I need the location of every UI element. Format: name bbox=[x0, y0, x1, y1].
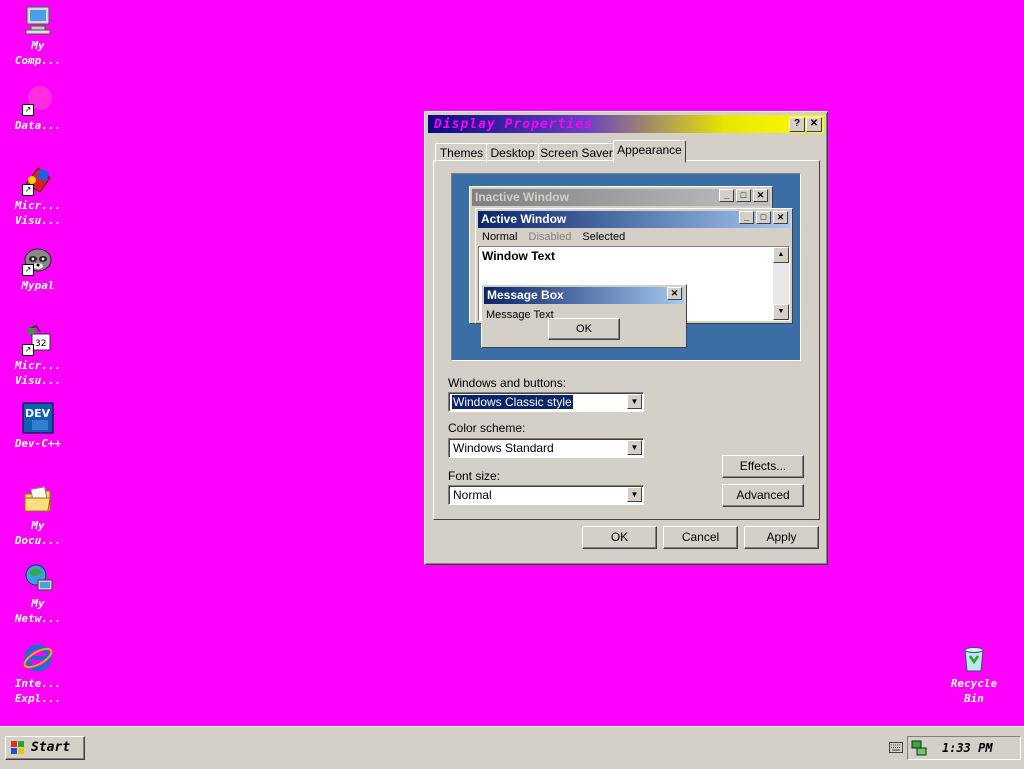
color-scheme-select[interactable]: Windows Standard ▼ bbox=[448, 438, 644, 458]
desktop-icon-label: Recycle Bin bbox=[950, 677, 998, 705]
desktop-icon-visual-studio[interactable]: ↗ Micr... Visu... bbox=[0, 164, 76, 228]
preview-msgbox-text: Message Text bbox=[486, 309, 554, 321]
desktop-icon-label: Micr... Visu... bbox=[14, 199, 62, 227]
shortcut-icon: ↗ bbox=[22, 84, 54, 116]
window-title: Display Properties bbox=[434, 117, 593, 132]
chevron-down-icon[interactable]: ▼ bbox=[627, 394, 642, 409]
raccoon-icon: ↗ bbox=[22, 244, 54, 276]
clock[interactable]: 1:33 PM bbox=[942, 741, 993, 755]
maximize-icon: □ bbox=[756, 211, 771, 224]
font-size-value: Normal bbox=[453, 488, 492, 502]
desktop-icon-label: Dev-C++ bbox=[14, 437, 62, 450]
appearance-preview: Inactive Window _ □ ✕ Active Window _ □ … bbox=[451, 173, 801, 361]
desktop-icon-data[interactable]: ↗ Data... bbox=[0, 84, 76, 133]
close-icon: ✕ bbox=[773, 211, 788, 224]
preview-menu-bar: Normal Disabled Selected bbox=[482, 230, 625, 244]
scroll-down-icon: ▼ bbox=[773, 304, 789, 320]
shortcut-arrow-icon: ↗ bbox=[22, 264, 34, 276]
font-size-label: Font size: bbox=[448, 469, 501, 483]
help-button[interactable]: ? bbox=[789, 117, 805, 132]
title-bar[interactable]: Display Properties ? ✕ bbox=[428, 115, 824, 133]
close-icon: ✕ bbox=[753, 189, 768, 202]
desktop-icon-label: Mypal bbox=[21, 279, 55, 292]
network-icon bbox=[22, 562, 54, 594]
preview-menu-disabled: Disabled bbox=[528, 231, 572, 243]
desktop-icon-internet-explorer[interactable]: Inte... Expl... bbox=[0, 642, 76, 706]
advanced-button[interactable]: Advanced bbox=[722, 484, 804, 507]
chevron-down-icon[interactable]: ▼ bbox=[627, 487, 642, 502]
effects-button[interactable]: Effects... bbox=[722, 455, 804, 478]
preview-menu-normal: Normal bbox=[482, 231, 518, 243]
svg-text:DEV: DEV bbox=[25, 407, 51, 420]
scroll-up-icon: ▲ bbox=[773, 247, 789, 263]
desktop-icon-label: Inte... Expl... bbox=[14, 677, 62, 705]
close-icon: ✕ bbox=[667, 287, 682, 300]
internet-explorer-icon bbox=[22, 642, 54, 674]
minimize-icon: _ bbox=[739, 211, 754, 224]
preview-scrollbar: ▲ ▼ bbox=[773, 247, 789, 320]
dev-cpp-icon: DEV bbox=[22, 402, 54, 434]
shortcut-arrow-icon: ↗ bbox=[22, 344, 34, 356]
visual-studio-6-icon: 32 ↗ bbox=[22, 324, 54, 356]
font-size-select[interactable]: Normal ▼ bbox=[448, 485, 644, 505]
preview-msgbox-ok-button: OK bbox=[548, 318, 620, 340]
system-tray: 1:33 PM bbox=[907, 736, 1021, 760]
desktop-icon-recycle-bin[interactable]: Recycle Bin bbox=[936, 642, 1012, 706]
desktop-icon-visual-studio-6[interactable]: 32 ↗ Micr... Visu... bbox=[0, 324, 76, 388]
preview-msgbox-title: Message Box bbox=[484, 287, 684, 304]
desktop-icon-label: Data... bbox=[14, 119, 62, 132]
preview-menu-selected: Selected bbox=[582, 231, 626, 243]
desktop-icon-my-documents[interactable]: My Docu... bbox=[0, 484, 76, 548]
preview-window-text: Window Text bbox=[482, 249, 555, 263]
desktop-icon-label: Micr... Visu... bbox=[14, 359, 62, 387]
ok-button[interactable]: OK bbox=[582, 526, 657, 549]
taskbar: Start 1:33 PM bbox=[0, 726, 1024, 769]
preview-message-box: Message Box ✕ Message Text OK bbox=[481, 284, 687, 348]
color-scheme-value: Windows Standard bbox=[453, 441, 554, 455]
maximize-icon: □ bbox=[736, 189, 751, 202]
folder-icon bbox=[22, 484, 54, 516]
windows-and-buttons-value: Windows Classic style bbox=[452, 395, 573, 409]
display-properties-window: Display Properties ? ✕ Themes Desktop Sc… bbox=[424, 111, 828, 565]
desktop-icon-label: My Netw... bbox=[14, 597, 62, 625]
tab-appearance[interactable]: Appearance bbox=[613, 140, 686, 163]
shortcut-arrow-icon: ↗ bbox=[22, 184, 34, 196]
windows-and-buttons-select[interactable]: Windows Classic style ▼ bbox=[448, 392, 644, 412]
desktop-icon-my-computer[interactable]: My Comp... bbox=[0, 4, 76, 68]
apply-button[interactable]: Apply bbox=[744, 526, 819, 549]
minimize-icon: _ bbox=[719, 189, 734, 202]
recycle-bin-icon bbox=[958, 642, 990, 674]
keyboard-icon[interactable] bbox=[889, 742, 903, 753]
desktop-icon-mypal[interactable]: ↗ Mypal bbox=[0, 244, 76, 293]
computer-icon bbox=[22, 4, 54, 36]
chevron-down-icon[interactable]: ▼ bbox=[627, 440, 642, 455]
visual-studio-icon: ↗ bbox=[22, 164, 54, 196]
network-tray-icon[interactable] bbox=[911, 740, 927, 756]
windows-and-buttons-label: Windows and buttons: bbox=[448, 376, 567, 390]
desktop-icon-my-network[interactable]: My Netw... bbox=[0, 562, 76, 626]
cancel-button[interactable]: Cancel bbox=[663, 526, 738, 549]
color-scheme-label: Color scheme: bbox=[448, 421, 526, 435]
desktop-icon-label: My Docu... bbox=[14, 519, 62, 547]
start-label: Start bbox=[31, 740, 71, 755]
desktop-icon-dev-cpp[interactable]: DEV Dev-C++ bbox=[0, 402, 76, 451]
windows-logo-icon bbox=[11, 741, 25, 754]
shortcut-arrow-icon: ↗ bbox=[22, 104, 34, 116]
close-button[interactable]: ✕ bbox=[806, 117, 822, 132]
svg-text:32: 32 bbox=[35, 339, 46, 349]
start-button[interactable]: Start bbox=[5, 736, 85, 760]
desktop-icon-label: My Comp... bbox=[14, 39, 62, 67]
